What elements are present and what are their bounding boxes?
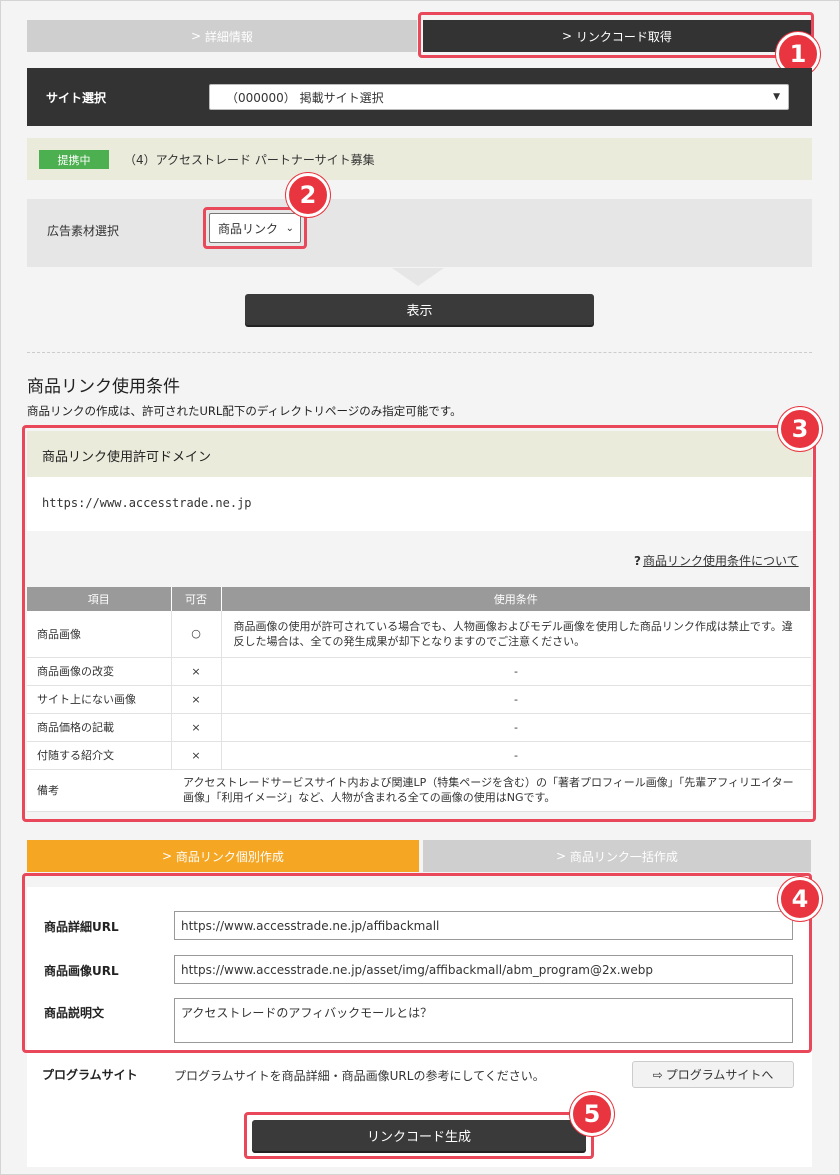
- tab-bulk-create[interactable]: > 商品リンク一括作成: [423, 840, 811, 872]
- highlight-box-3: [22, 425, 816, 822]
- chevron-right-icon: >: [162, 849, 176, 863]
- divider: [27, 352, 812, 353]
- material-panel: [27, 199, 812, 267]
- chevron-right-icon: >: [556, 849, 570, 863]
- callout-3: 3: [778, 407, 822, 451]
- highlight-box-5: [244, 1112, 594, 1159]
- highlight-box-1: [418, 12, 814, 58]
- program-site-label: プログラムサイト: [42, 1068, 138, 1082]
- external-link-icon: ⇨: [652, 1067, 663, 1082]
- tab-single-create[interactable]: > 商品リンク個別作成: [27, 840, 419, 872]
- program-name: （4）アクセストレード パートナーサイト募集: [124, 153, 375, 167]
- status-badge: 提携中: [39, 150, 109, 169]
- conditions-note: 商品リンクの作成は、許可されたURL配下のディレクトリページのみ指定可能です。: [27, 404, 462, 418]
- site-select[interactable]: （000000） 掲載サイト選択 ▼: [209, 84, 789, 110]
- tab-detail[interactable]: > 詳細情報: [27, 20, 417, 52]
- display-button[interactable]: 表示: [245, 294, 594, 325]
- callout-4: 4: [778, 877, 822, 921]
- callout-5: 5: [570, 1092, 614, 1136]
- program-site-note: プログラムサイトを商品詳細・商品画像URLの参考にしてください。: [174, 1069, 545, 1083]
- pointer-triangle: [392, 268, 444, 286]
- highlight-box-4: [22, 873, 812, 1053]
- dropdown-arrow-icon: ▼: [773, 92, 780, 102]
- conditions-heading: 商品リンク使用条件: [27, 377, 180, 397]
- program-site-button[interactable]: ⇨ プログラムサイトへ: [632, 1061, 794, 1088]
- site-select-label: サイト選択: [46, 91, 107, 105]
- material-label: 広告素材選択: [47, 224, 120, 238]
- chevron-right-icon: >: [191, 29, 205, 43]
- highlight-box-2: [203, 207, 307, 249]
- callout-2: 2: [286, 173, 330, 217]
